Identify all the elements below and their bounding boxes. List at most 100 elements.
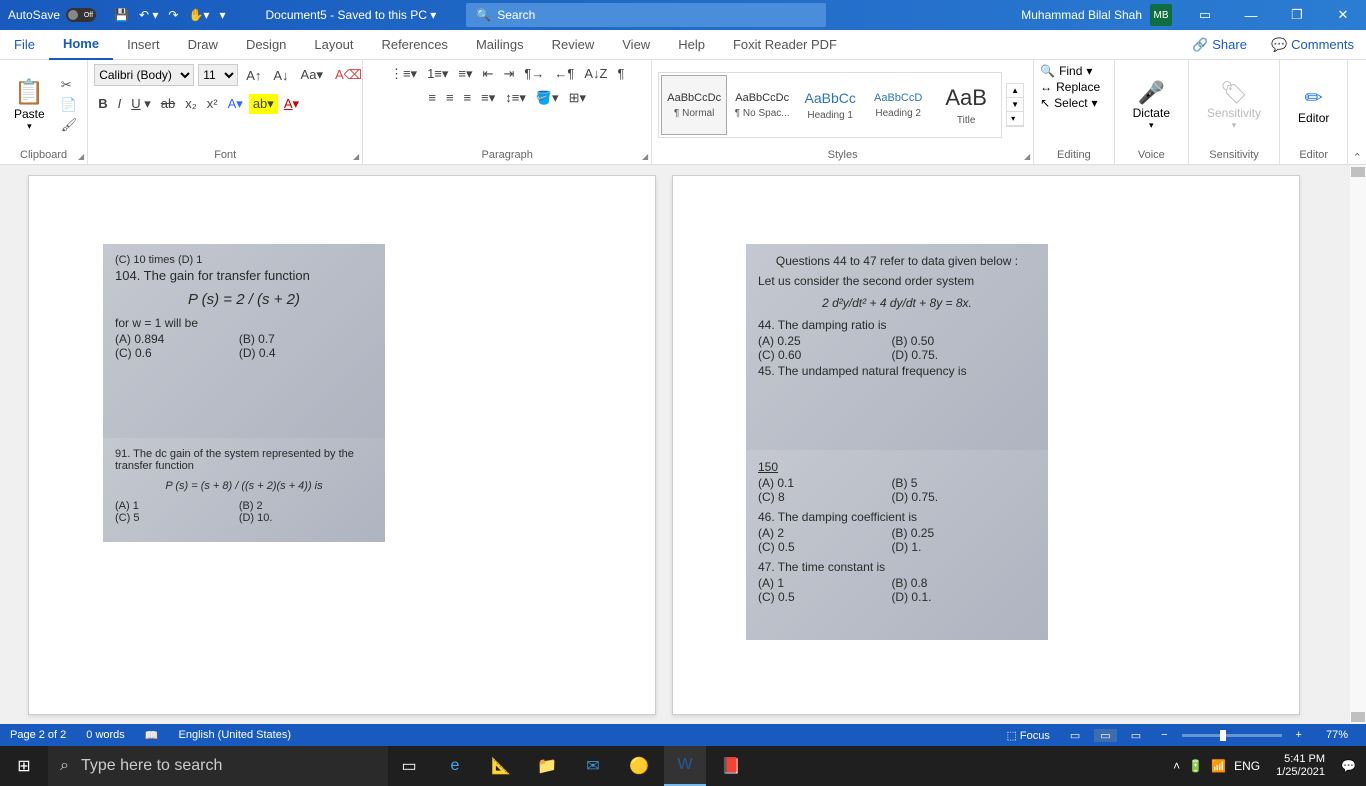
undo-icon[interactable]: ↶ ▾: [139, 8, 158, 22]
styles-launcher[interactable]: ◢: [1024, 152, 1030, 161]
shading-icon[interactable]: 🪣▾: [532, 88, 563, 108]
text-effects-icon[interactable]: A▾: [224, 94, 247, 114]
clear-format-icon[interactable]: A⌫: [331, 65, 366, 85]
touch-icon[interactable]: ✋▾: [188, 8, 209, 22]
find-button[interactable]: 🔍 Find ▾: [1040, 64, 1092, 78]
paste-button[interactable]: 📋 Paste ▾: [6, 74, 53, 136]
tab-insert[interactable]: Insert: [113, 30, 174, 60]
focus-mode-button[interactable]: ⬚ Focus: [1000, 729, 1055, 742]
align-center-icon[interactable]: ≡: [442, 88, 458, 108]
user-account[interactable]: Muhammad Bilal Shah MB: [1011, 4, 1182, 26]
tab-layout[interactable]: Layout: [300, 30, 367, 60]
numbering-icon[interactable]: 1≡▾: [423, 64, 452, 84]
font-size-select[interactable]: 11: [198, 64, 238, 86]
mail-icon[interactable]: ✉: [572, 746, 614, 786]
format-painter-icon[interactable]: 🖌: [61, 117, 78, 133]
word-count[interactable]: 0 words: [76, 729, 135, 741]
language-indicator[interactable]: English (United States): [169, 729, 302, 741]
scroll-up-icon[interactable]: [1351, 167, 1365, 177]
underline-button[interactable]: U ▾: [127, 94, 155, 114]
scroll-down-icon[interactable]: [1351, 712, 1365, 722]
input-lang[interactable]: ENG: [1234, 759, 1260, 773]
maximize-icon[interactable]: ❐: [1274, 0, 1320, 30]
show-hidden-icon[interactable]: ˄: [1173, 759, 1180, 773]
wifi-icon[interactable]: 📶: [1211, 759, 1226, 773]
multilevel-icon[interactable]: ≡▾: [454, 64, 476, 84]
redo-icon[interactable]: ↷: [168, 8, 178, 22]
font-color-icon[interactable]: A▾: [280, 94, 303, 114]
tab-review[interactable]: Review: [538, 30, 609, 60]
share-button[interactable]: 🔗 Share: [1180, 30, 1259, 60]
subscript-button[interactable]: x₂: [181, 94, 201, 114]
style-heading1[interactable]: AaBbCcHeading 1: [797, 75, 863, 135]
edge-icon[interactable]: e: [434, 746, 476, 786]
italic-button[interactable]: I: [114, 94, 126, 114]
line-spacing-icon[interactable]: ↕≡▾: [501, 88, 530, 108]
collapse-ribbon-icon[interactable]: ⌃: [1348, 60, 1366, 164]
web-layout-icon[interactable]: ▭: [1125, 729, 1147, 742]
zoom-level[interactable]: 77%: [1316, 729, 1358, 741]
clipboard-launcher[interactable]: ◢: [78, 152, 84, 161]
bullets-icon[interactable]: ⋮≡▾: [386, 64, 421, 84]
change-case-icon[interactable]: Aa▾: [297, 65, 327, 85]
word-icon[interactable]: W: [664, 746, 706, 786]
battery-icon[interactable]: 🔋: [1188, 759, 1203, 773]
superscript-button[interactable]: x²: [203, 94, 222, 114]
zoom-in-icon[interactable]: +: [1290, 729, 1308, 741]
foxit-icon[interactable]: 📕: [710, 746, 752, 786]
tab-file[interactable]: File: [0, 30, 49, 60]
tab-design[interactable]: Design: [232, 30, 300, 60]
gallery-more-icon[interactable]: ▾: [1007, 112, 1023, 126]
select-button[interactable]: ↖ Select ▾: [1040, 96, 1097, 110]
style-normal[interactable]: AaBbCcDc¶ Normal: [661, 75, 727, 135]
rtl-icon[interactable]: ←¶: [550, 64, 578, 84]
ribbon-display-icon[interactable]: ▭: [1182, 0, 1228, 30]
document-area[interactable]: (C) 10 times (D) 1 104. The gain for tra…: [0, 165, 1366, 724]
save-icon[interactable]: 💾: [114, 8, 129, 22]
tab-foxit[interactable]: Foxit Reader PDF: [719, 30, 851, 60]
read-mode-icon[interactable]: ▭: [1064, 729, 1086, 742]
gallery-up-icon[interactable]: ▲: [1007, 84, 1023, 98]
toggle-switch[interactable]: Off: [66, 8, 96, 22]
align-left-icon[interactable]: ≡: [424, 88, 440, 108]
vertical-scrollbar[interactable]: [1350, 165, 1366, 724]
spell-check-icon[interactable]: 📖: [135, 729, 169, 742]
paragraph-launcher[interactable]: ◢: [642, 152, 648, 161]
embedded-image-2[interactable]: 91. The dc gain of the system represente…: [103, 438, 385, 542]
align-right-icon[interactable]: ≡: [460, 88, 476, 108]
task-view-icon[interactable]: ▭: [388, 746, 430, 786]
chrome-icon[interactable]: 🟡: [618, 746, 660, 786]
start-button[interactable]: ⊞: [0, 746, 48, 786]
justify-icon[interactable]: ≡▾: [477, 88, 499, 108]
comments-button[interactable]: 💬 Comments: [1259, 30, 1366, 60]
tab-help[interactable]: Help: [664, 30, 719, 60]
show-marks-icon[interactable]: ¶: [613, 64, 628, 84]
tell-me-search[interactable]: 🔍 Search: [466, 3, 826, 27]
zoom-out-icon[interactable]: −: [1155, 729, 1173, 741]
tab-mailings[interactable]: Mailings: [462, 30, 538, 60]
style-heading2[interactable]: AaBbCcDHeading 2: [865, 75, 931, 135]
customize-icon[interactable]: ▾: [219, 8, 225, 22]
style-title[interactable]: AaBTitle: [933, 75, 999, 135]
editor-button[interactable]: ✏ Editor: [1286, 81, 1341, 129]
print-layout-icon[interactable]: ▭: [1094, 729, 1116, 742]
embedded-image-1[interactable]: (C) 10 times (D) 1 104. The gain for tra…: [103, 244, 385, 438]
windows-search[interactable]: ⌕ Type here to search: [48, 746, 388, 786]
ltr-icon[interactable]: ¶→: [520, 64, 548, 84]
sort-icon[interactable]: A↓Z: [580, 64, 611, 84]
close-icon[interactable]: ✕: [1320, 0, 1366, 30]
embedded-image-4[interactable]: 150 (A) 0.1(B) 5 (C) 8(D) 0.75. 46. The …: [746, 450, 1048, 640]
decrease-indent-icon[interactable]: ⇤: [479, 64, 498, 84]
bold-button[interactable]: B: [94, 94, 111, 114]
shrink-font-icon[interactable]: A↓: [269, 66, 292, 85]
tab-home[interactable]: Home: [49, 30, 113, 60]
copy-icon[interactable]: 📄: [61, 97, 78, 113]
tab-view[interactable]: View: [608, 30, 664, 60]
tab-references[interactable]: References: [367, 30, 461, 60]
explorer-icon[interactable]: 📁: [526, 746, 568, 786]
embedded-image-3[interactable]: Questions 44 to 47 refer to data given b…: [746, 244, 1048, 450]
notifications-icon[interactable]: 💬: [1341, 759, 1356, 773]
highlight-icon[interactable]: ab▾: [249, 94, 278, 114]
strike-button[interactable]: ab: [157, 94, 179, 114]
borders-icon[interactable]: ⊞▾: [565, 88, 590, 108]
